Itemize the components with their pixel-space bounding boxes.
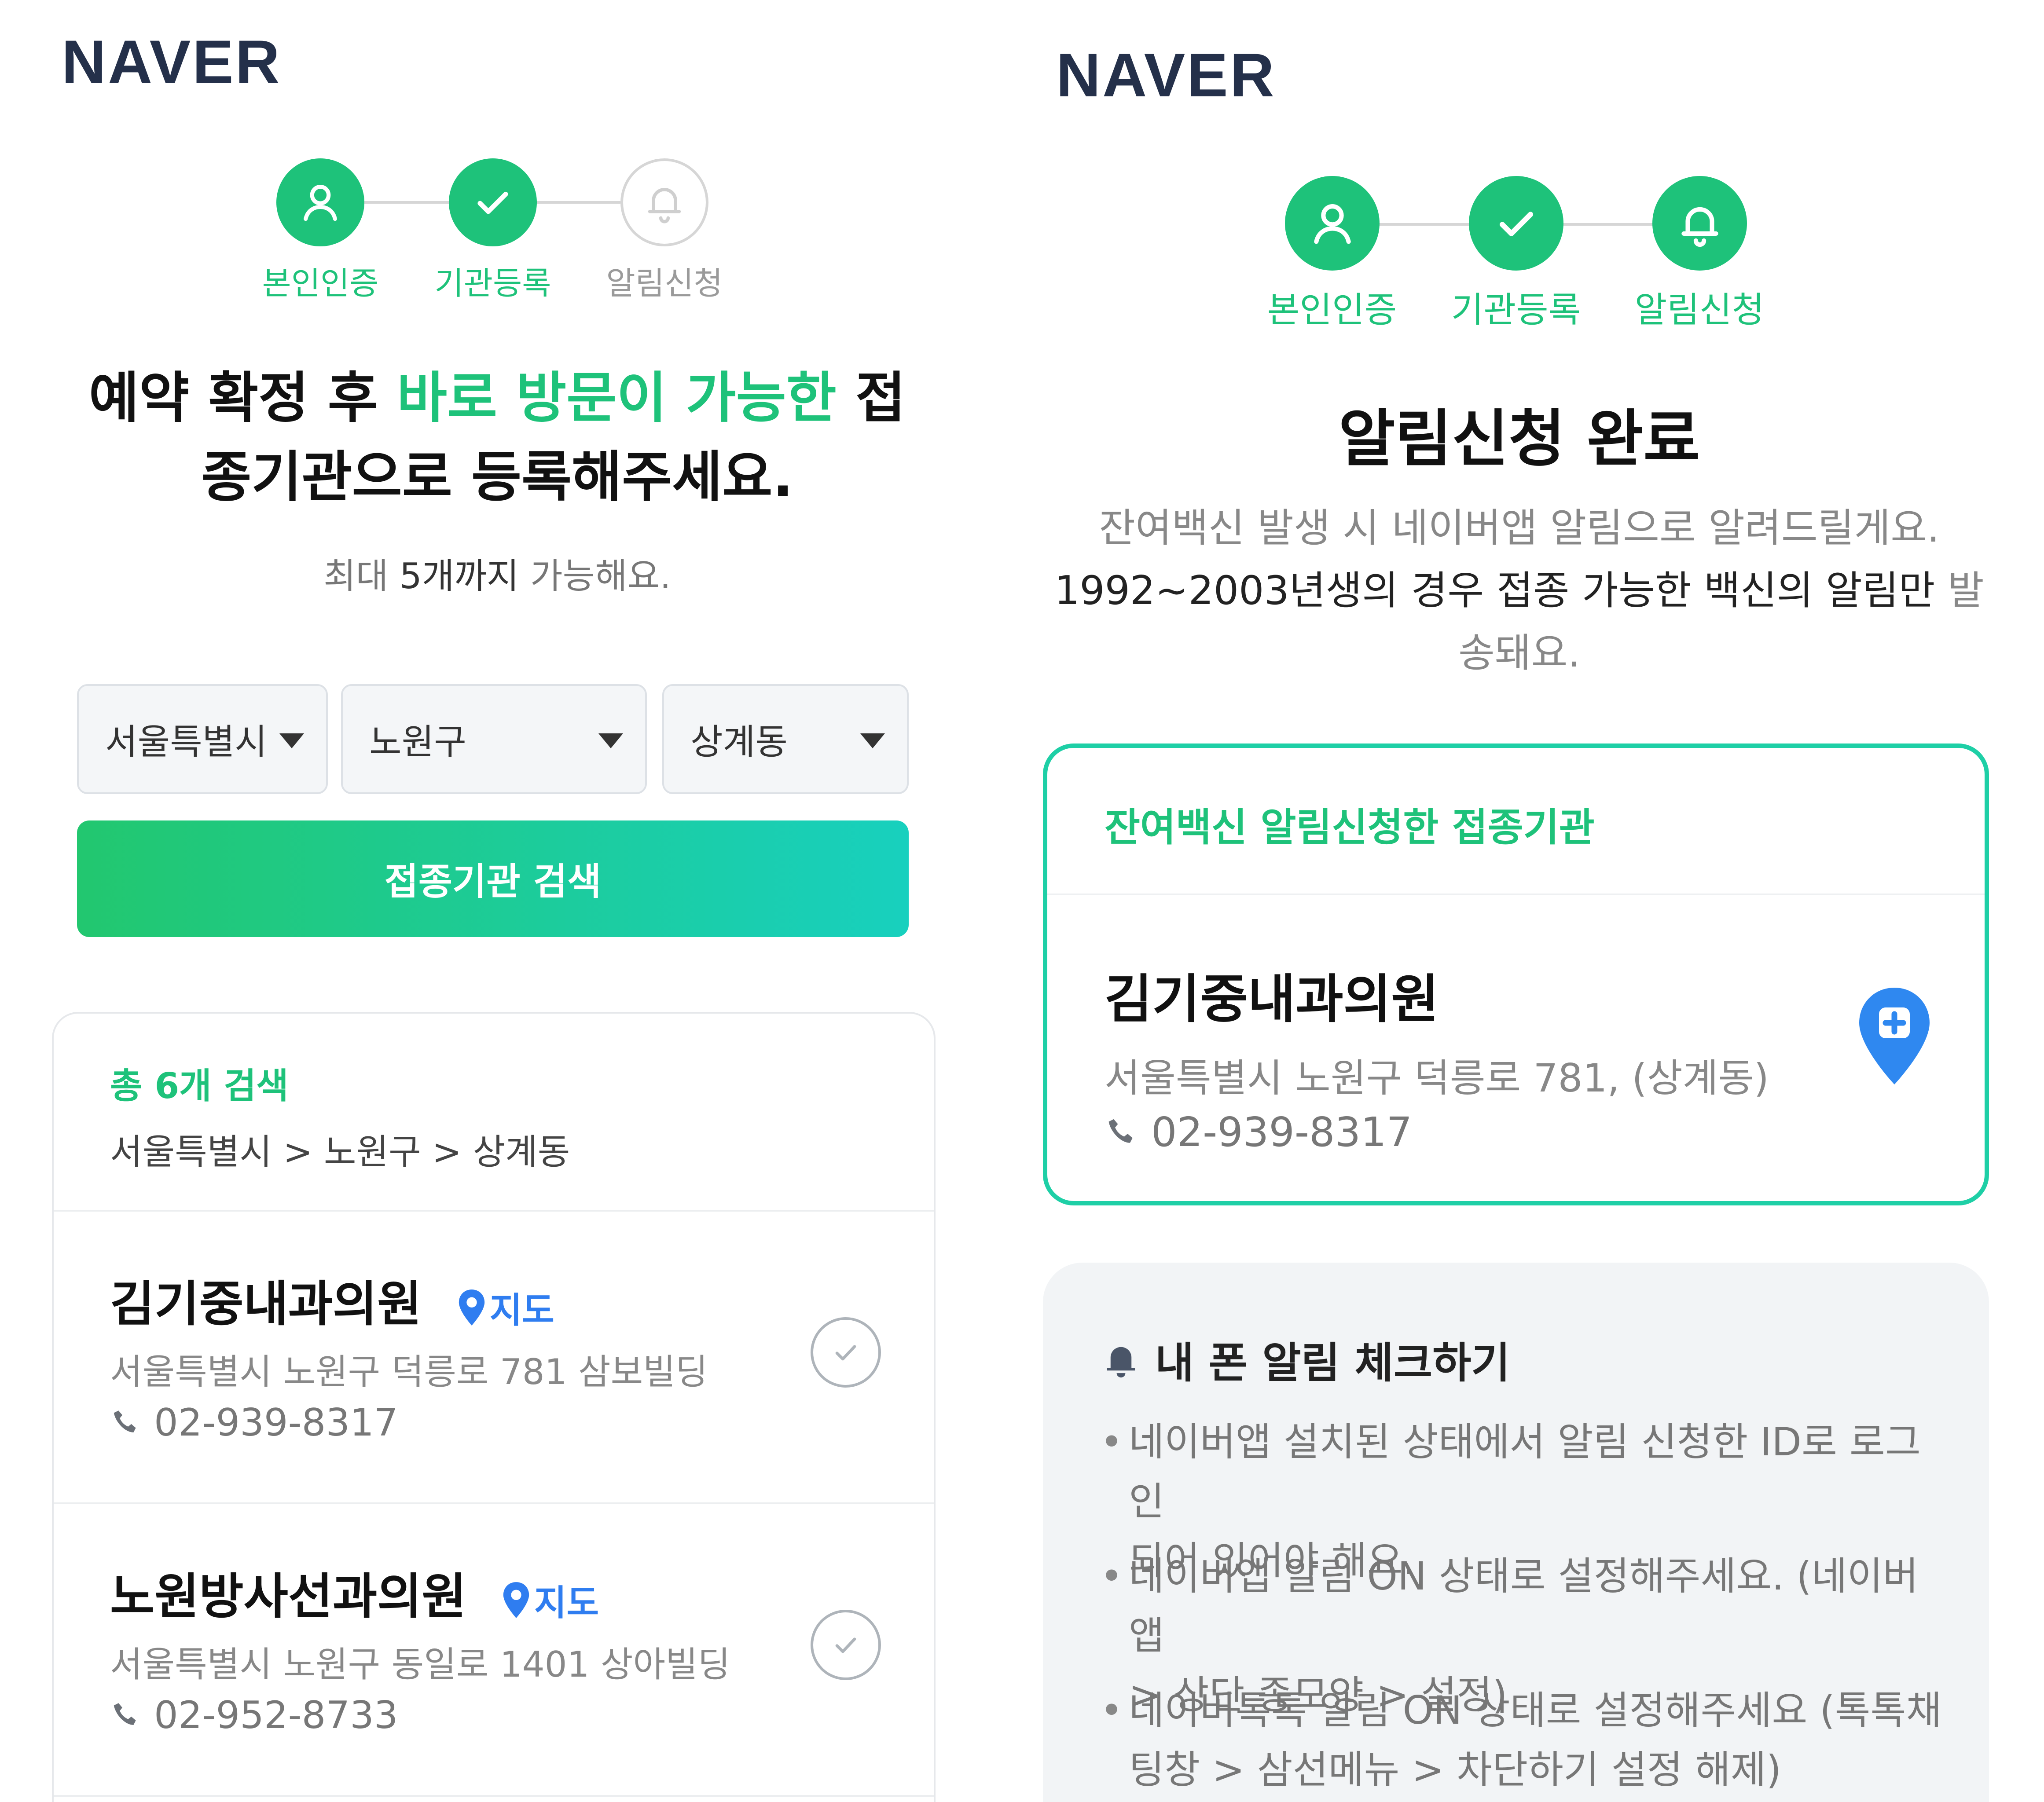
registered-clinic-card: 잔여백신 알림신청한 접종기관 김기중내과의원 서울특별시 노원구 덕릉로 78… [1043,744,1989,1205]
list-item[interactable]: 김기중내과의원 지도 서울특별시 노원구 덕릉로 781 삼보빌딩 02-939… [54,1212,934,1504]
step-connector [532,201,620,204]
clinic-phone: 02-939-8317 [110,1401,398,1445]
left-panel: NAVER 본인인증 기관등록 알림신청 예약 확정 후 바로 방문이 가능한 … [0,0,994,1802]
caret-down-icon [860,733,885,748]
person-icon [1314,204,1351,244]
map-link[interactable]: 지도 [456,1282,554,1333]
step-connector [1556,223,1661,226]
step-3-label: 알림신청 [606,265,723,302]
page-headline: 예약 확정 후 바로 방문이 가능한 접 종기관으로 등록해주세요. [88,366,906,509]
map-pin-icon [459,1289,484,1326]
clinic-address: 서울특별시 노원구 덕릉로 781, (상계동) [1105,1055,1769,1101]
caret-down-icon [279,733,304,748]
tips-title: 내 폰 알림 체크하기 [1100,1329,1510,1390]
clinic-phone: 02-952-8733 [110,1693,398,1737]
clinic-phone: 02-939-8317 [1105,1109,1412,1156]
check-icon [835,1637,856,1653]
map-pin-icon [503,1582,529,1618]
progress-stepper: 본인인증 기관등록 알림신청 [0,0,994,308]
search-results-card: 총 6개 검색 서울특별시 > 노원구 > 상계동 김기중내과의원 지도 서울특… [52,1012,936,1802]
select-checkbox[interactable] [811,1317,881,1388]
district-select[interactable]: 노원구 [341,684,647,794]
bell-icon [648,188,681,223]
check-icon [1499,211,1533,236]
step-1-label: 본인인증 [262,265,379,302]
select-checkbox[interactable] [811,1610,881,1680]
card-title: 잔여백신 알림신청한 접종기관 [1105,805,1595,850]
step-connector [361,201,449,204]
step-2-label: 기관등록 [434,265,551,302]
limit-notice: 최대 5개까지 가능해요. [323,556,671,597]
step-2-circle [449,158,537,246]
check-icon [835,1345,856,1361]
right-panel: NAVER 본인인증 기관등록 알림신청 알림신청 완료 잔여백신 발생 시 네… [994,0,2044,1802]
caret-down-icon [598,733,623,748]
card-header: 잔여백신 알림신청한 접종기관 [1047,748,1985,895]
clinic-name: 노원방사선과의원 지도 [110,1568,599,1626]
step-connector [1373,223,1479,226]
completion-description: 잔여백신 발생 시 네이버앱 알림으로 알려드릴게요. 1992~2003년생의… [1054,505,1984,676]
hospital-map-pin-icon[interactable] [1857,985,1932,1088]
step-1-circle [276,158,364,246]
results-count: 총 6개 검색 [110,1066,289,1106]
step-2-circle [1469,176,1563,271]
phone-icon [114,1410,136,1432]
step-2-label: 기관등록 [1451,289,1581,330]
step-3-circle [1652,176,1747,271]
search-button[interactable]: 접종기관 검색 [77,820,909,937]
clinic-name: 김기중내과의원 지도 [110,1276,554,1333]
notification-check-box: 내 폰 알림 체크하기 네이버앱 설치된 상태에서 알림 신청한 ID로 로그인… [1043,1263,1989,1802]
results-breadcrumb: 서울특별시 > 노원구 > 상계동 [110,1132,570,1172]
person-icon [304,185,337,221]
dong-select[interactable]: 상계동 [662,684,909,794]
results-header: 총 6개 검색 서울특별시 > 노원구 > 상계동 [54,1014,934,1212]
city-select[interactable]: 서울특별시 [77,684,328,794]
step-3-circle [620,158,708,246]
bell-icon [1107,1347,1135,1378]
tip-item: 네이버톡톡 알림 ON 상태로 설정해주세요 (톡톡채 팅창 > 삼선메뉴 > … [1100,1681,1945,1799]
clinic-address: 서울특별시 노원구 동일로 1401 상아빌딩 [110,1644,730,1685]
check-icon [477,191,508,214]
bell-icon [1681,207,1718,247]
phone-icon [1108,1119,1133,1143]
headline-highlight: 바로 방문이 가능한 [396,366,837,430]
phone-icon [114,1703,136,1725]
page-title: 알림신청 완료 [1338,403,1700,475]
step-1-circle [1285,176,1380,271]
progress-stepper: 본인인증 기관등록 알림신청 [994,0,2044,334]
clinic-name: 김기중내과의원 [1105,969,1439,1029]
step-1-label: 본인인증 [1267,289,1397,330]
map-link[interactable]: 지도 [501,1575,599,1626]
clinic-address: 서울특별시 노원구 덕릉로 781 삼보빌딩 [110,1352,708,1392]
step-3-label: 알림신청 [1634,289,1765,330]
list-item[interactable]: 노원방사선과의원 지도 서울특별시 노원구 동일로 1401 상아빌딩 02-9… [54,1504,934,1797]
